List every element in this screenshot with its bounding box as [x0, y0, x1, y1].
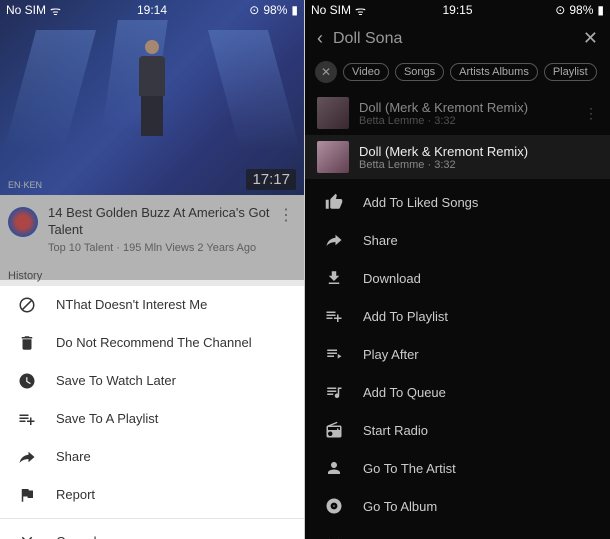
menu-share[interactable]: Share: [305, 221, 610, 259]
menu-start-radio[interactable]: Start Radio: [305, 411, 610, 449]
menu-liked[interactable]: Add To Liked Songs: [305, 183, 610, 221]
menu-label: Add To Queue: [363, 385, 446, 400]
menu-label: Cancel: [56, 534, 96, 539]
video-duration: 17:17: [246, 169, 296, 190]
track-thumb: [317, 141, 349, 173]
track-row-selected[interactable]: Doll (Merk & Kremont Remix) Betta Lemme …: [305, 135, 610, 179]
flag-icon: [14, 486, 40, 504]
share-icon: [14, 448, 40, 466]
album-icon: [323, 497, 345, 515]
menu-label: Download: [363, 271, 421, 286]
carrier: No SIM: [311, 3, 351, 17]
battery: 98%: [263, 3, 287, 17]
carrier: No SIM: [6, 3, 46, 17]
play-next-icon: [323, 345, 345, 363]
thumb-up-icon: [323, 193, 345, 211]
clock: 19:15: [442, 3, 472, 17]
menu-cancel[interactable]: Cancel: [0, 523, 304, 539]
menu-label: Play After: [363, 347, 419, 362]
chip-songs[interactable]: Songs: [395, 63, 444, 81]
download-icon: [323, 269, 345, 287]
phone-ytmusic: No SIMᯤ 19:15 ⊙98%▮ ‹ Doll Sona ✕ ✕ Vide…: [305, 0, 610, 539]
filter-chips: ✕ Video Songs Artists Albums Playlist: [305, 57, 610, 91]
menu-label: NThat Doesn't Interest Me: [56, 297, 207, 312]
track-subtitle: Betta Lemme · 3:32: [359, 115, 574, 127]
block-icon: [14, 296, 40, 314]
search-input[interactable]: Doll Sona: [333, 30, 573, 48]
menu-label: Share: [56, 449, 91, 464]
menu-go-artist[interactable]: Go To The Artist: [305, 449, 610, 487]
phone-youtube: No SIMᯤ 19:14 ⊙98%▮ EN·KEN 17:17 14 Best…: [0, 0, 305, 539]
battery-icon: ▮: [597, 3, 604, 17]
search-header: ‹ Doll Sona ✕: [305, 20, 610, 57]
status-bar: No SIMᯤ 19:15 ⊙98%▮: [305, 0, 610, 20]
back-icon[interactable]: ‹: [317, 28, 323, 49]
menu-add-queue[interactable]: Add To Queue: [305, 373, 610, 411]
playlist-add-icon: [14, 410, 40, 428]
track-subtitle: Betta Lemme · 3:32: [359, 159, 598, 171]
menu-save-playlist[interactable]: Save To A Playlist: [0, 400, 304, 438]
queue-icon: [323, 383, 345, 401]
wifi-icon: ᯤ: [50, 2, 61, 19]
track-title: Doll (Merk & Kremont Remix): [359, 100, 574, 115]
menu-watch-later[interactable]: Save To Watch Later: [0, 362, 304, 400]
menu-label: Go To The Artist: [363, 461, 456, 476]
artist-icon: [323, 459, 345, 477]
more-icon[interactable]: ⋮: [584, 105, 598, 122]
menu-label: Add To Playlist: [363, 309, 448, 324]
video-title: 14 Best Golden Buzz At America's Got Tal…: [48, 205, 278, 239]
track-thumb: [317, 97, 349, 129]
close-icon: [323, 535, 345, 539]
menu-cancel[interactable]: Cancel: [305, 525, 610, 539]
video-subtitle: Top 10 Talent · 195 Mln Views 2 Years Ag…: [48, 242, 278, 254]
battery: 98%: [569, 3, 593, 17]
video-player[interactable]: EN·KEN 17:17: [0, 0, 304, 195]
close-icon[interactable]: ✕: [583, 28, 598, 49]
menu-share[interactable]: Share: [0, 438, 304, 476]
chip-playlist[interactable]: Playlist: [544, 63, 597, 81]
video-content: [133, 40, 171, 135]
share-icon: [323, 231, 345, 249]
clock: 19:14: [137, 3, 167, 17]
history-label: History: [0, 264, 304, 286]
channel-avatar[interactable]: [8, 207, 38, 237]
menu-add-playlist[interactable]: Add To Playlist: [305, 297, 610, 335]
chip-artists-albums[interactable]: Artists Albums: [450, 63, 538, 81]
more-icon[interactable]: ⋮: [278, 205, 294, 225]
menu-not-interested[interactable]: NThat Doesn't Interest Me: [0, 286, 304, 324]
menu-label: Do Not Recommend The Channel: [56, 335, 252, 350]
clear-filter-icon[interactable]: ✕: [315, 61, 337, 83]
chip-video[interactable]: Video: [343, 63, 389, 81]
track-row[interactable]: Doll (Merk & Kremont Remix) Betta Lemme …: [305, 91, 610, 135]
menu-dont-recommend[interactable]: Do Not Recommend The Channel: [0, 324, 304, 362]
clock-icon: [14, 372, 40, 390]
radio-icon: [323, 421, 345, 439]
menu-label: Save To A Playlist: [56, 411, 158, 426]
menu-download[interactable]: Download: [305, 259, 610, 297]
menu-label: Save To Watch Later: [56, 373, 176, 388]
menu-label: Share: [363, 233, 398, 248]
playlist-add-icon: [323, 307, 345, 325]
track-title: Doll (Merk & Kremont Remix): [359, 144, 598, 159]
menu-label: Report: [56, 487, 95, 502]
menu-label: Go To Album: [363, 499, 437, 514]
context-menu: NThat Doesn't Interest Me Do Not Recomme…: [0, 286, 304, 539]
menu-report[interactable]: Report: [0, 476, 304, 514]
watermark: EN·KEN: [8, 180, 42, 190]
menu-play-after[interactable]: Play After: [305, 335, 610, 373]
video-meta-row[interactable]: 14 Best Golden Buzz At America's Got Tal…: [0, 195, 304, 264]
close-icon: [14, 533, 40, 539]
menu-label: Add To Liked Songs: [363, 195, 478, 210]
wifi-icon: ᯤ: [355, 2, 366, 19]
menu-label: Start Radio: [363, 423, 428, 438]
status-bar: No SIMᯤ 19:14 ⊙98%▮: [0, 0, 304, 20]
menu-go-album[interactable]: Go To Album: [305, 487, 610, 525]
track-context-menu: Add To Liked Songs Share Download Add To…: [305, 179, 610, 539]
trash-icon: [14, 334, 40, 352]
battery-icon: ▮: [291, 3, 298, 17]
